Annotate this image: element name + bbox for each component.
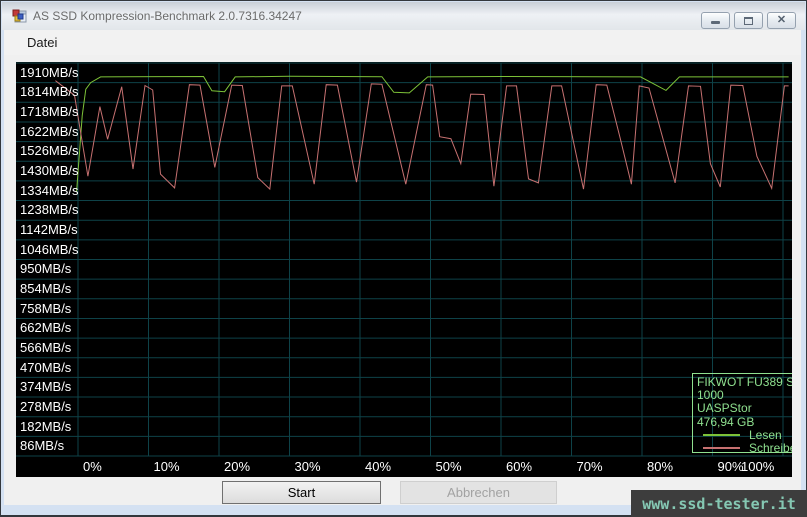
y-tick-label: 1046MB/s <box>20 242 79 258</box>
watermark-badge: www.ssd-tester.it <box>631 490 807 517</box>
y-tick-label: 374MB/s <box>20 379 71 395</box>
x-tick-label: 30% <box>295 458 321 476</box>
x-tick-label: 90% <box>718 458 744 476</box>
x-tick-label: 20% <box>224 458 250 476</box>
watermark-text: www.ssd-tester.it <box>642 495 796 513</box>
menu-bar: Datei <box>4 30 801 55</box>
x-tick-label: 80% <box>647 458 673 476</box>
minimize-icon <box>711 21 720 24</box>
y-tick-label: 86MB/s <box>20 438 64 454</box>
y-tick-label: 1718MB/s <box>20 104 79 120</box>
legend-entry-read: Lesen <box>697 429 792 442</box>
client-area: Datei 1910MB/s 1814MB/s 1718MB/s 1622MB/s 15… <box>4 30 801 505</box>
y-tick-label: 1526MB/s <box>20 143 79 159</box>
x-tick-label: 50% <box>436 458 462 476</box>
x-tick-label: 10% <box>154 458 180 476</box>
write-line-sample <box>703 447 740 449</box>
maximize-icon <box>744 17 753 25</box>
menu-item-datei[interactable]: Datei <box>18 32 66 53</box>
start-button[interactable]: Start <box>222 481 381 504</box>
legend-write-label: Schreiben <box>749 442 792 455</box>
legend-read-label: Lesen <box>749 429 782 442</box>
plot-canvas <box>16 62 792 477</box>
app-window: AS SSD Kompression-Benchmark 2.0.7316.34… <box>0 0 807 517</box>
y-tick-label: 1142MB/s <box>20 222 78 238</box>
title-bar: AS SSD Kompression-Benchmark 2.0.7316.34… <box>2 2 805 30</box>
close-icon: ✕ <box>777 15 786 26</box>
x-tick-label: 60% <box>506 458 532 476</box>
y-tick-label: 566MB/s <box>20 340 71 356</box>
x-tick-label: 40% <box>365 458 391 476</box>
y-tick-label: 1430MB/s <box>20 163 79 179</box>
app-icon <box>12 8 28 24</box>
y-tick-label: 854MB/s <box>20 281 71 297</box>
y-tick-label: 758MB/s <box>20 301 71 317</box>
minimize-button[interactable] <box>701 12 730 29</box>
x-tick-label: 0% <box>83 458 102 476</box>
y-tick-label: 1334MB/s <box>20 183 79 199</box>
x-tick-label: 100% <box>741 458 774 476</box>
legend-capacity: 476,94 GB <box>697 416 792 429</box>
y-tick-label: 278MB/s <box>20 399 71 415</box>
legend-driver: UASPStor <box>697 402 792 415</box>
cancel-button[interactable]: Abbrechen <box>400 481 557 504</box>
y-tick-label: 662MB/s <box>20 320 71 336</box>
window-title: AS SSD Kompression-Benchmark 2.0.7316.34… <box>33 9 302 23</box>
y-tick-label: 1238MB/s <box>20 202 79 218</box>
legend-entry-write: Schreiben <box>697 442 792 455</box>
series-schreiben <box>55 81 788 190</box>
y-tick-label: 1910MB/s <box>20 65 79 81</box>
y-tick-label: 182MB/s <box>20 419 71 435</box>
maximize-button[interactable] <box>734 12 763 29</box>
x-tick-label: 70% <box>577 458 603 476</box>
y-tick-label: 950MB/s <box>20 261 71 277</box>
close-button[interactable]: ✕ <box>767 12 796 29</box>
y-tick-label: 1814MB/s <box>20 84 79 100</box>
y-tick-label: 470MB/s <box>20 360 71 376</box>
read-line-sample <box>703 434 740 436</box>
y-tick-label: 1622MB/s <box>20 124 79 140</box>
benchmark-chart: 1910MB/s 1814MB/s 1718MB/s 1622MB/s 1526MB/s… <box>16 62 792 477</box>
chart-legend: FIKWOT FU389 SC 1000 UASPStor 476,94 GB … <box>692 373 792 453</box>
